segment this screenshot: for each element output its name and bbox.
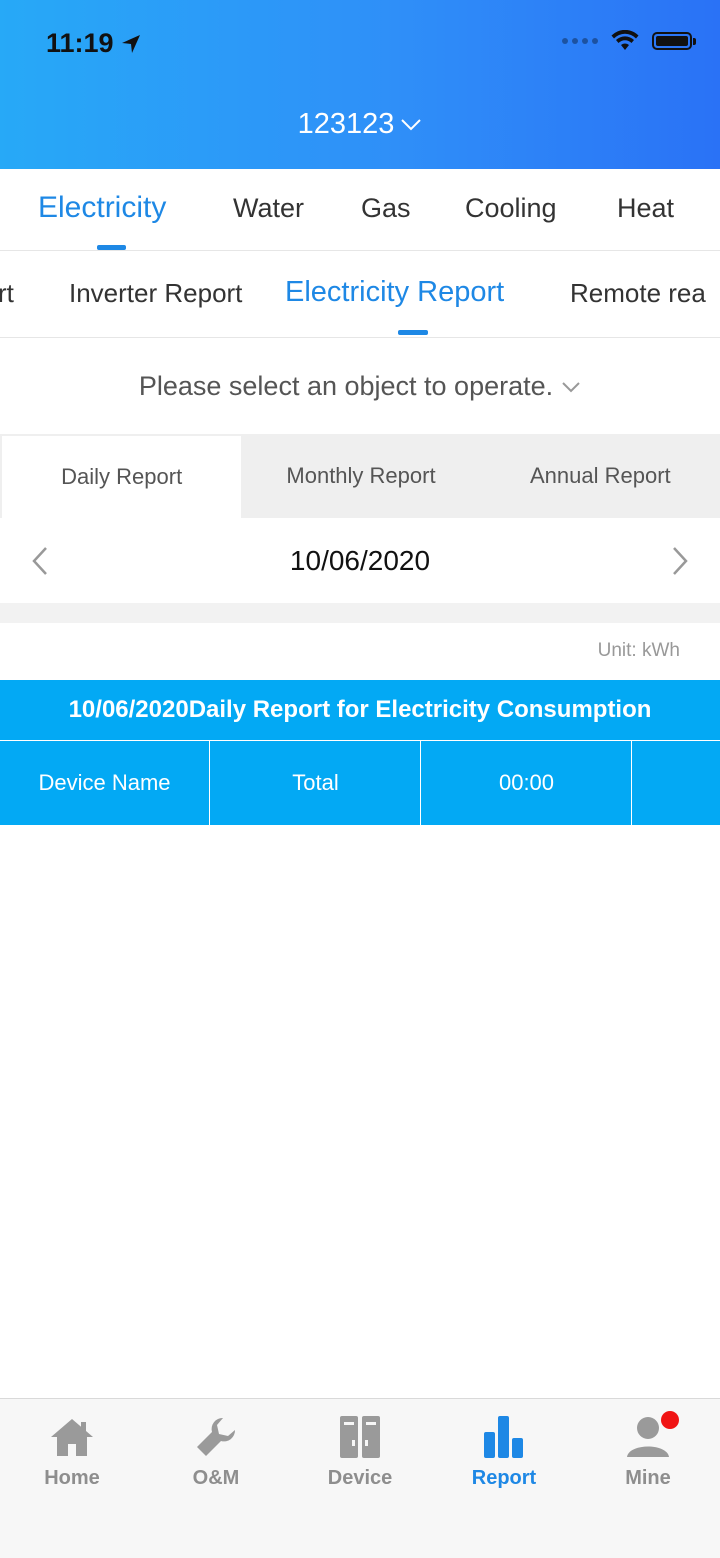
table-header[interactable]: Device Name Total 00:00 01	[0, 741, 720, 825]
selected-date[interactable]: 10/06/2020	[290, 545, 430, 577]
bar-chart-icon	[484, 1416, 523, 1458]
tabbar-report-label: Report	[471, 1467, 537, 1489]
app-header: 11:19 123123	[0, 0, 720, 169]
chevron-down-icon	[562, 381, 580, 392]
active-subtab-indicator	[398, 330, 428, 335]
report-title: 10/06/2020Daily Report for Electricity C…	[0, 680, 720, 740]
object-selector[interactable]: Please select an object to operate.	[0, 339, 720, 434]
unit-label: Unit: kWh	[597, 640, 680, 661]
next-date-button[interactable]	[640, 546, 720, 576]
section-divider	[0, 603, 720, 623]
station-name: 123123	[297, 108, 395, 140]
date-navigator: 10/06/2020	[0, 518, 720, 604]
active-tab-indicator	[97, 245, 126, 250]
tab-cooling[interactable]: Cooling	[465, 193, 557, 224]
previous-date-button[interactable]	[0, 546, 80, 576]
tabbar-om[interactable]: O&M	[144, 1413, 288, 1490]
chevron-right-icon	[673, 547, 688, 575]
chevron-left-icon	[32, 547, 47, 575]
tabbar-device[interactable]: Device	[288, 1413, 432, 1490]
tabbar-mine-label: Mine	[625, 1467, 671, 1489]
tab-daily-report[interactable]: Daily Report	[2, 436, 242, 518]
tab-monthly-report[interactable]: Monthly Report	[241, 434, 480, 518]
battery-icon	[652, 32, 696, 50]
tabbar-home[interactable]: Home	[0, 1413, 144, 1490]
home-icon	[51, 1419, 93, 1456]
device-icon	[340, 1416, 380, 1458]
chevron-down-icon	[401, 118, 422, 130]
status-time: 11:19	[46, 28, 142, 59]
bottom-tab-bar: Home O&M Device Report Mine	[0, 1398, 720, 1558]
tab-electricity-report[interactable]: Electricity Report	[285, 276, 504, 309]
status-time-text: 11:19	[46, 28, 114, 58]
tab-remote-reading[interactable]: Remote rea	[570, 278, 706, 309]
column-header-device-name: Device Name	[0, 741, 210, 825]
tab-annual-report[interactable]: Annual Report	[481, 434, 720, 518]
location-arrow-icon	[121, 34, 140, 53]
energy-type-tabs: Electricity Water Gas Cooling Heat	[0, 169, 720, 251]
tab-inverter-report[interactable]: Inverter Report	[69, 278, 242, 309]
column-header-0100: 01	[633, 741, 720, 825]
cellular-signal-icon	[562, 38, 598, 44]
wifi-icon	[611, 30, 639, 50]
tabbar-om-label: O&M	[192, 1467, 240, 1489]
tabbar-home-label: Home	[44, 1467, 100, 1489]
status-indicators	[562, 30, 696, 52]
wrench-icon	[197, 1417, 236, 1456]
tab-report-partial[interactable]: rt	[0, 278, 14, 309]
object-selector-text: Please select an object to operate.	[138, 371, 554, 401]
station-selector[interactable]: 123123	[0, 108, 720, 141]
notification-badge	[661, 1411, 679, 1429]
tab-water[interactable]: Water	[233, 193, 304, 224]
tab-heat[interactable]: Heat	[617, 193, 674, 224]
column-header-0000: 00:00	[422, 741, 632, 825]
tab-electricity[interactable]: Electricity	[38, 191, 166, 225]
tab-gas[interactable]: Gas	[361, 193, 411, 224]
tabbar-report[interactable]: Report	[432, 1413, 576, 1490]
period-tabs: Daily Report Monthly Report Annual Repor…	[0, 434, 720, 518]
tabbar-mine[interactable]: Mine	[576, 1411, 720, 1490]
column-header-total: Total	[211, 741, 421, 825]
report-type-tabs: rt Inverter Report Electricity Report Re…	[0, 252, 720, 338]
tabbar-device-label: Device	[327, 1467, 393, 1489]
